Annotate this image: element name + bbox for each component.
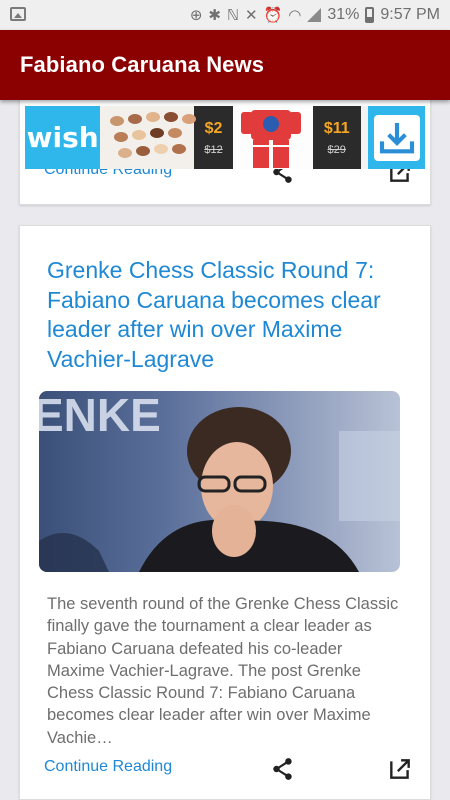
clock: 9:57 PM bbox=[380, 6, 440, 23]
ad-price-tag-1: $2 $12 bbox=[194, 106, 233, 169]
battery-percent: 31% bbox=[327, 6, 360, 23]
signal-icon bbox=[307, 8, 322, 22]
ad-banner[interactable]: wish $2 $12 $11 $29 bbox=[25, 106, 426, 169]
download-icon bbox=[373, 114, 420, 161]
nfc-icon: ℕ bbox=[227, 7, 240, 24]
article-title[interactable]: Grenke Chess Classic Round 7: Fabiano Ca… bbox=[47, 256, 397, 374]
svg-text:ENKE: ENKE bbox=[39, 391, 161, 441]
ad-download-button[interactable] bbox=[368, 106, 426, 169]
price-was: $12 bbox=[204, 143, 223, 156]
sync-icon: ⊕ bbox=[189, 7, 203, 24]
app-title: Fabiano Caruana News bbox=[20, 52, 265, 77]
image-notification-icon bbox=[10, 7, 26, 21]
ad-product-partial bbox=[360, 106, 368, 169]
article-excerpt: The seventh round of the Grenke Chess Cl… bbox=[47, 595, 399, 747]
share-icon[interactable] bbox=[270, 756, 296, 782]
app-bar: Fabiano Caruana News bbox=[0, 30, 450, 100]
article-card[interactable]: Grenke Chess Classic Round 7: Fabiano Ca… bbox=[19, 225, 431, 800]
wifi-icon: ◠ bbox=[288, 7, 302, 24]
price-now: $11 bbox=[323, 119, 350, 137]
article-image[interactable]: ENKE bbox=[39, 391, 400, 572]
alarm-icon: ⏰ bbox=[263, 7, 283, 24]
ad-product-palette bbox=[100, 106, 197, 169]
status-bar: ⊕ ✱ ℕ ✕ ⏰ ◠ 31% 9:57 PM bbox=[0, 0, 450, 30]
status-icons: ⊕ ✱ ℕ ✕ ⏰ ◠ 31% 9:57 PM bbox=[190, 0, 440, 30]
wish-logo: wish bbox=[25, 106, 101, 169]
price-now: $2 bbox=[204, 119, 223, 137]
bluetooth-icon: ✱ bbox=[208, 7, 221, 24]
open-external-icon[interactable] bbox=[387, 756, 413, 782]
mute-icon: ✕ bbox=[245, 7, 258, 24]
card-actions: Continue Reading bbox=[20, 754, 430, 784]
ad-price-tag-2: $11 $29 bbox=[312, 106, 361, 169]
continue-reading-link[interactable]: Continue Reading bbox=[44, 758, 172, 776]
battery-icon bbox=[365, 7, 375, 23]
price-was: $29 bbox=[327, 143, 346, 156]
ad-product-pajamas bbox=[232, 106, 313, 169]
